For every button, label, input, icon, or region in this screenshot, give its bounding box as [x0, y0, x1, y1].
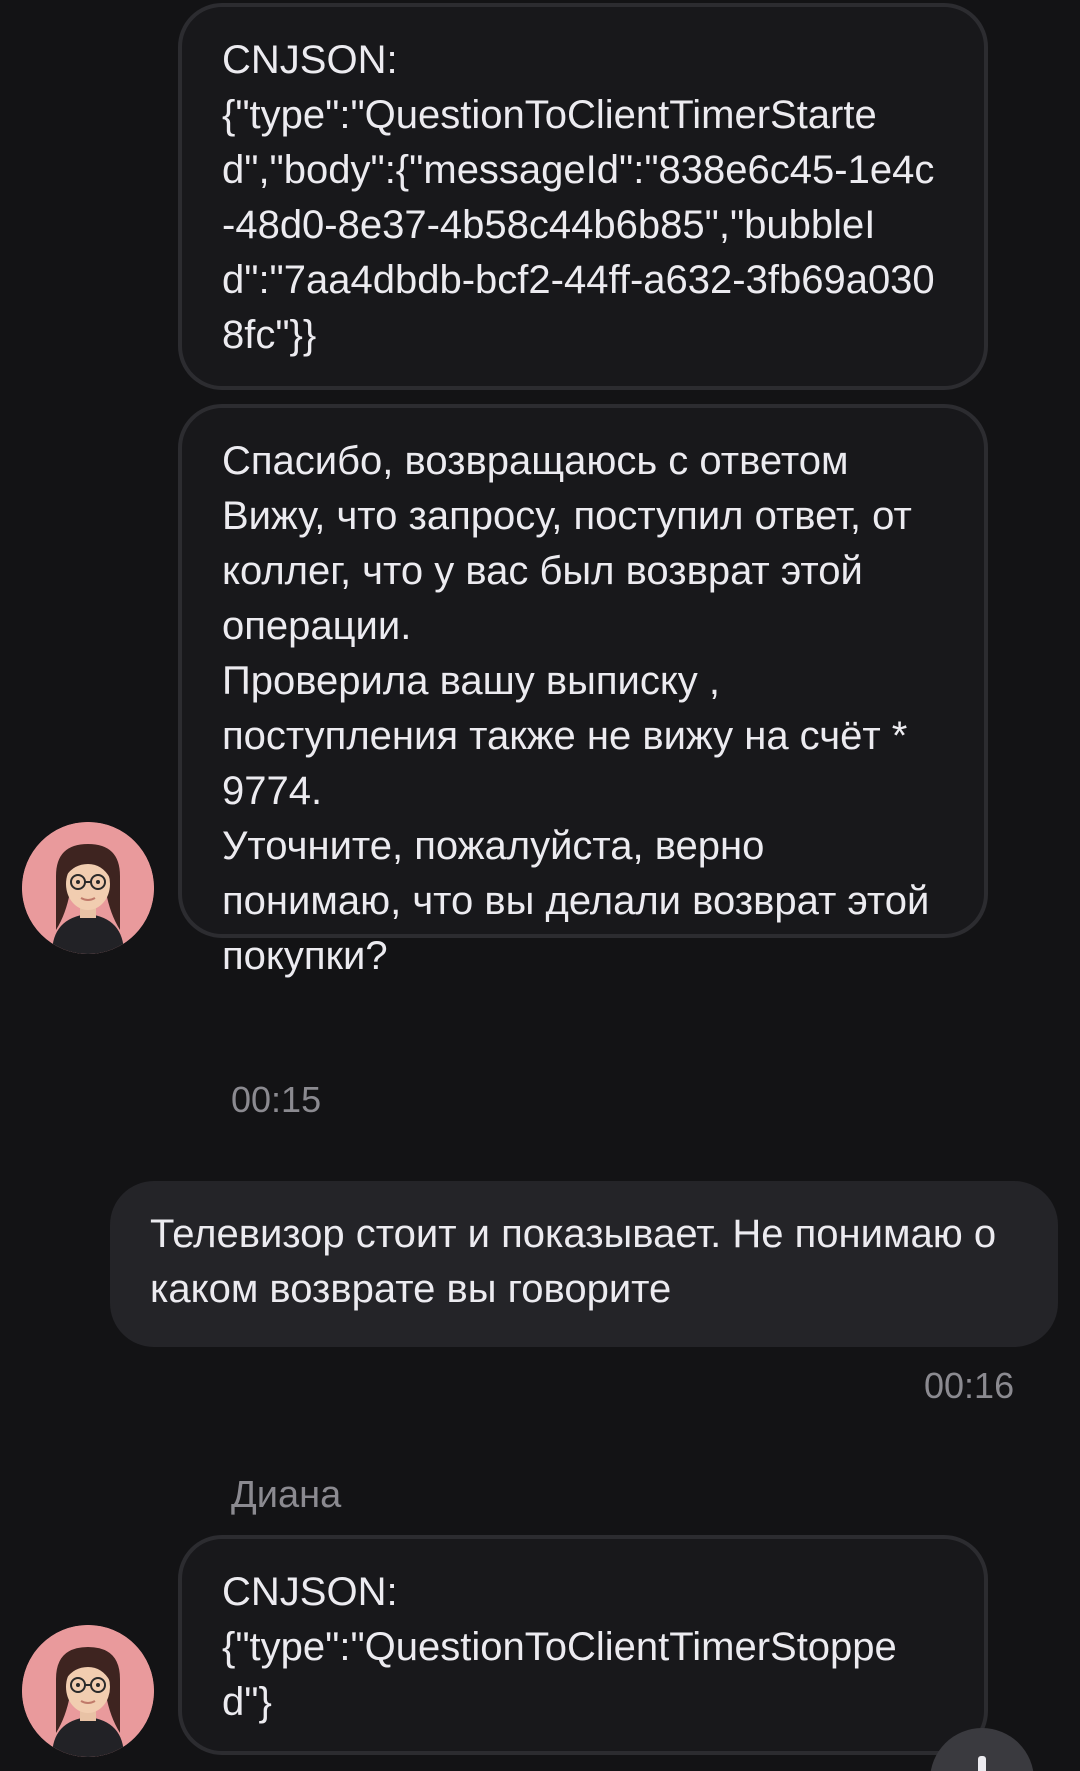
arrow-down-icon — [978, 1756, 986, 1771]
chat-screen: CNJSON: {"type":"QuestionToClientTimerSt… — [0, 0, 1080, 1771]
operator-avatar-icon[interactable] — [22, 822, 154, 954]
incoming-message-bubble[interactable]: CNJSON: {"type":"QuestionToClientTimerSt… — [178, 3, 988, 390]
message-timestamp: 00:15 — [231, 1079, 322, 1120]
message-timestamp: 00:16 — [924, 1365, 1015, 1406]
incoming-message-bubble[interactable]: Спасибо, возвращаюсь с ответом Вижу, что… — [178, 404, 988, 978]
operator-avatar-icon[interactable] — [22, 1625, 154, 1757]
sender-name: Диана — [231, 1474, 342, 1516]
incoming-message-bubble[interactable]: CNJSON: {"type":"QuestionToClientTimerSt… — [178, 1535, 988, 1755]
outgoing-message-bubble[interactable]: Телевизор стоит и показывает. Не понимаю… — [110, 1181, 1058, 1347]
